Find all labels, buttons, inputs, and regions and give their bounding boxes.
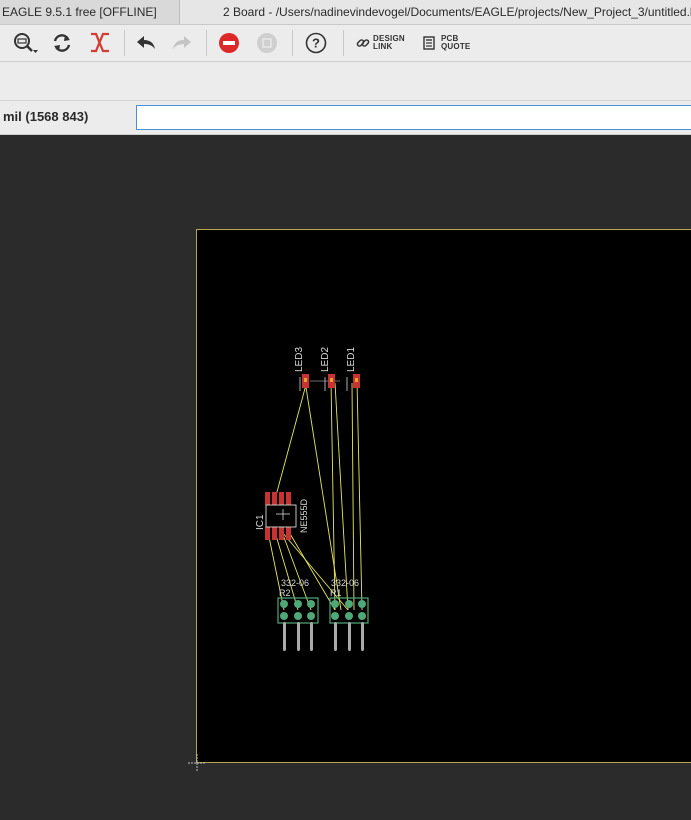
redo-button[interactable] (168, 28, 198, 58)
go-icon (257, 33, 277, 53)
ratsnest-icon (91, 32, 109, 53)
stop-button[interactable] (214, 28, 244, 58)
zoom-button[interactable] (10, 28, 40, 58)
zoom-icon (14, 33, 38, 53)
svg-text:?: ? (312, 36, 320, 51)
pcb-quote-button[interactable]: PCB QUOTE (422, 28, 474, 58)
help-icon: ? (305, 32, 327, 54)
help-button[interactable]: ? (301, 28, 331, 58)
link-icon (356, 39, 370, 47)
refresh-button[interactable] (48, 28, 76, 58)
command-line-row: mil (1568 843) (0, 101, 691, 135)
calculator-icon (423, 36, 435, 50)
toolbar-separator (206, 30, 207, 56)
tab-app-control-panel[interactable]: EAGLE 9.5.1 free [OFFLINE] (0, 0, 180, 24)
undo-icon (137, 36, 155, 49)
go-button[interactable] (252, 28, 282, 58)
toolbar-separator (124, 30, 125, 56)
parameter-toolbar (0, 62, 691, 101)
toolbar-separator (343, 30, 344, 56)
coordinate-display: mil (1568 843) (3, 109, 89, 124)
board-outline[interactable] (196, 229, 691, 763)
ratsnest-button[interactable] (86, 28, 114, 58)
stop-icon (219, 33, 239, 53)
redo-icon (173, 36, 191, 49)
undo-button[interactable] (130, 28, 160, 58)
design-link-label-line2: LINK (373, 42, 393, 51)
command-input[interactable] (136, 105, 691, 130)
toolbar-separator (292, 30, 293, 56)
window-titlebar: EAGLE 9.5.1 free [OFFLINE] 2 Board - /Us… (0, 0, 691, 25)
main-toolbar: ? DESIGN LINK PCB QUOTE (0, 25, 691, 62)
refresh-icon (53, 34, 71, 52)
pcb-quote-label-line2: QUOTE (441, 42, 471, 51)
tab-board-editor[interactable]: 2 Board - /Users/nadinevindevogel/Docume… (181, 0, 691, 24)
design-link-button[interactable]: DESIGN LINK (356, 28, 408, 58)
